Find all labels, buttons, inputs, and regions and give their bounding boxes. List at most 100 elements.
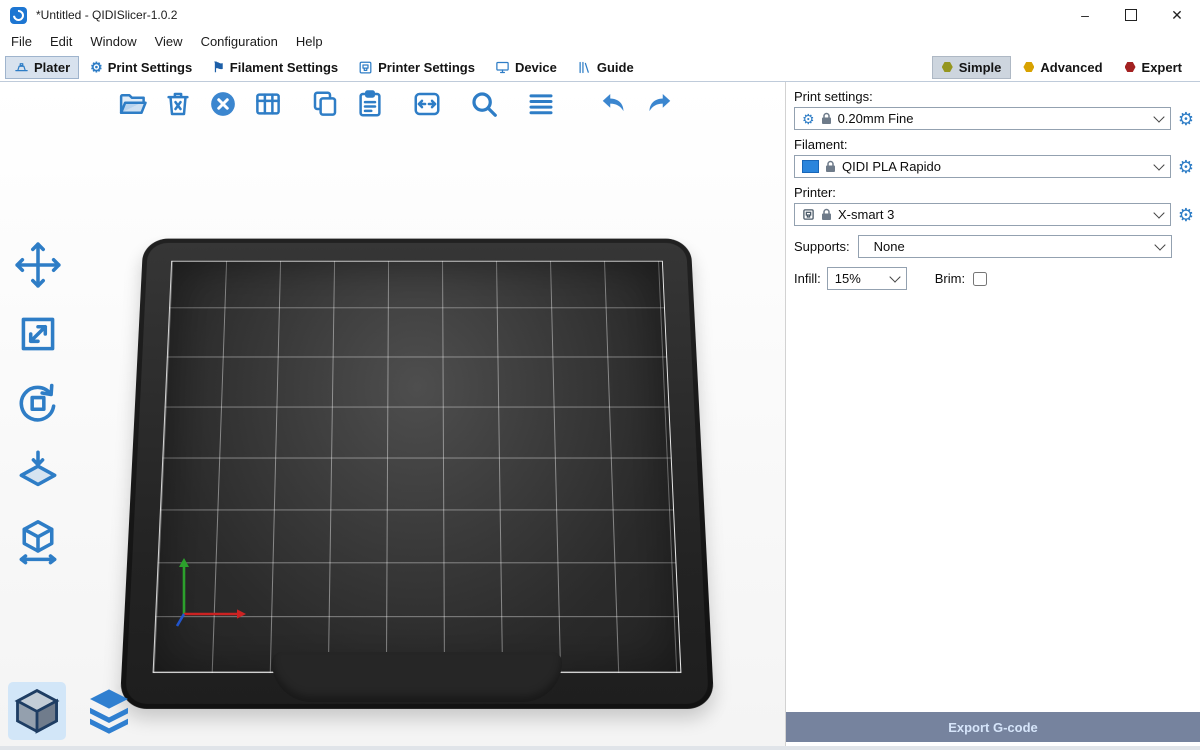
print-settings-value: 0.20mm Fine — [838, 111, 914, 126]
open-folder-icon — [118, 89, 148, 119]
chevron-down-icon — [1153, 159, 1164, 170]
gear-icon: ⚙ — [90, 60, 103, 74]
infill-value: 15% — [835, 271, 861, 286]
open-file-button[interactable] — [116, 87, 150, 121]
supports-value: None — [874, 239, 905, 254]
filament-edit-button[interactable]: ⚙ — [1176, 158, 1196, 176]
mode-label: Expert — [1142, 60, 1182, 75]
tab-plater[interactable]: Plater — [5, 56, 79, 79]
tab-print-settings[interactable]: ⚙ Print Settings — [81, 56, 201, 79]
tab-guide[interactable]: Guide — [568, 56, 643, 79]
mode-advanced[interactable]: Advanced — [1013, 56, 1112, 79]
rotate-circle-icon — [13, 378, 63, 428]
split-objects-button[interactable] — [410, 87, 444, 121]
axes-indicator-icon — [168, 550, 260, 632]
viewport-toolbar — [116, 87, 676, 121]
menu-file[interactable]: File — [2, 32, 41, 51]
variable-layer-height-button[interactable] — [524, 87, 558, 121]
maximize-icon — [1125, 9, 1137, 21]
tab-label: Print Settings — [108, 60, 193, 75]
supports-combo[interactable]: None — [858, 235, 1172, 258]
maximize-button[interactable] — [1108, 0, 1154, 30]
minimize-button[interactable]: – — [1062, 0, 1108, 30]
infill-row: Infill: 15% Brim: — [794, 267, 1190, 290]
layers-lines-icon — [526, 89, 556, 119]
gear-icon: ⚙ — [802, 112, 815, 126]
filament-color-swatch — [802, 160, 819, 173]
filament-label: Filament: — [794, 137, 1190, 152]
menu-configuration[interactable]: Configuration — [192, 32, 287, 51]
menu-help[interactable]: Help — [287, 32, 332, 51]
plater-icon — [14, 60, 29, 75]
app-window: *Untitled - QIDISlicer-1.0.2 – ✕ File Ed… — [0, 0, 1200, 750]
search-button[interactable] — [467, 87, 501, 121]
brim-label: Brim: — [935, 271, 965, 286]
move-tool-button[interactable] — [10, 237, 66, 293]
tab-device[interactable]: Device — [486, 56, 566, 79]
infill-combo[interactable]: 15% — [827, 267, 907, 290]
mode-expert[interactable]: Expert — [1115, 56, 1192, 79]
lock-icon — [825, 160, 836, 173]
preview-sliced-view-button[interactable] — [80, 682, 138, 740]
paste-clipboard-icon — [355, 89, 385, 119]
copy-button[interactable] — [308, 87, 342, 121]
redo-arrow-icon — [644, 89, 674, 119]
chevron-down-icon — [1153, 207, 1164, 218]
supports-label: Supports: — [794, 239, 850, 254]
printer-combo[interactable]: X-smart 3 — [794, 203, 1171, 226]
redo-button[interactable] — [642, 87, 676, 121]
arrange-grid-icon — [253, 89, 283, 119]
rotate-tool-button[interactable] — [10, 375, 66, 431]
menu-edit[interactable]: Edit — [41, 32, 81, 51]
print-bed — [117, 184, 717, 744]
print-settings-edit-button[interactable]: ⚙ — [1176, 110, 1196, 128]
lock-icon — [821, 208, 832, 221]
split-arrows-icon — [412, 89, 442, 119]
close-button[interactable]: ✕ — [1154, 0, 1200, 30]
arrange-button[interactable] — [251, 87, 285, 121]
printer-icon — [358, 60, 373, 75]
tab-printer-settings[interactable]: Printer Settings — [349, 56, 484, 79]
delete-button[interactable] — [161, 87, 195, 121]
print-settings-combo[interactable]: ⚙ 0.20mm Fine — [794, 107, 1171, 130]
menubar: File Edit Window View Configuration Help — [0, 30, 1200, 53]
tab-filament-settings[interactable]: ⚑ Filament Settings — [203, 56, 347, 79]
printer-icon — [802, 208, 815, 221]
filament-combo[interactable]: QIDI PLA Rapido — [794, 155, 1171, 178]
paste-button[interactable] — [353, 87, 387, 121]
print-settings-row: ⚙ 0.20mm Fine ⚙ — [794, 107, 1196, 130]
3d-viewport[interactable] — [0, 82, 785, 746]
3d-editor-view-button[interactable] — [8, 682, 66, 740]
tab-label: Printer Settings — [378, 60, 475, 75]
place-on-face-tool-button[interactable] — [10, 444, 66, 500]
menu-window[interactable]: Window — [81, 32, 145, 51]
mode-label: Simple — [959, 60, 1002, 75]
lock-icon — [821, 112, 832, 125]
printer-edit-button[interactable]: ⚙ — [1176, 206, 1196, 224]
printer-label: Printer: — [794, 185, 1190, 200]
scale-square-icon — [13, 309, 63, 359]
bed-handle — [272, 652, 562, 702]
measure-tool-button[interactable] — [10, 513, 66, 569]
undo-button[interactable] — [597, 87, 631, 121]
tab-label: Device — [515, 60, 557, 75]
export-gcode-button[interactable]: Export G-code — [786, 712, 1200, 742]
scale-tool-button[interactable] — [10, 306, 66, 362]
window-controls: – ✕ — [1062, 0, 1200, 30]
menu-view[interactable]: View — [146, 32, 192, 51]
brim-checkbox[interactable] — [973, 272, 987, 286]
chevron-down-icon — [1153, 111, 1164, 122]
printer-row: X-smart 3 ⚙ — [794, 203, 1196, 226]
export-gcode-label: Export G-code — [948, 720, 1038, 735]
tabbar: Plater ⚙ Print Settings ⚑ Filament Setti… — [0, 53, 1200, 82]
mode-switcher: Simple Advanced Expert — [932, 56, 1192, 79]
expert-mode-dot-icon — [1125, 62, 1136, 73]
tab-label: Filament Settings — [230, 60, 338, 75]
cube-3d-icon — [11, 685, 63, 737]
filament-row: QIDI PLA Rapido ⚙ — [794, 155, 1196, 178]
delete-all-button[interactable] — [206, 87, 240, 121]
undo-arrow-icon — [599, 89, 629, 119]
simple-mode-dot-icon — [942, 62, 953, 73]
measure-cube-icon — [13, 516, 63, 566]
mode-simple[interactable]: Simple — [932, 56, 1012, 79]
